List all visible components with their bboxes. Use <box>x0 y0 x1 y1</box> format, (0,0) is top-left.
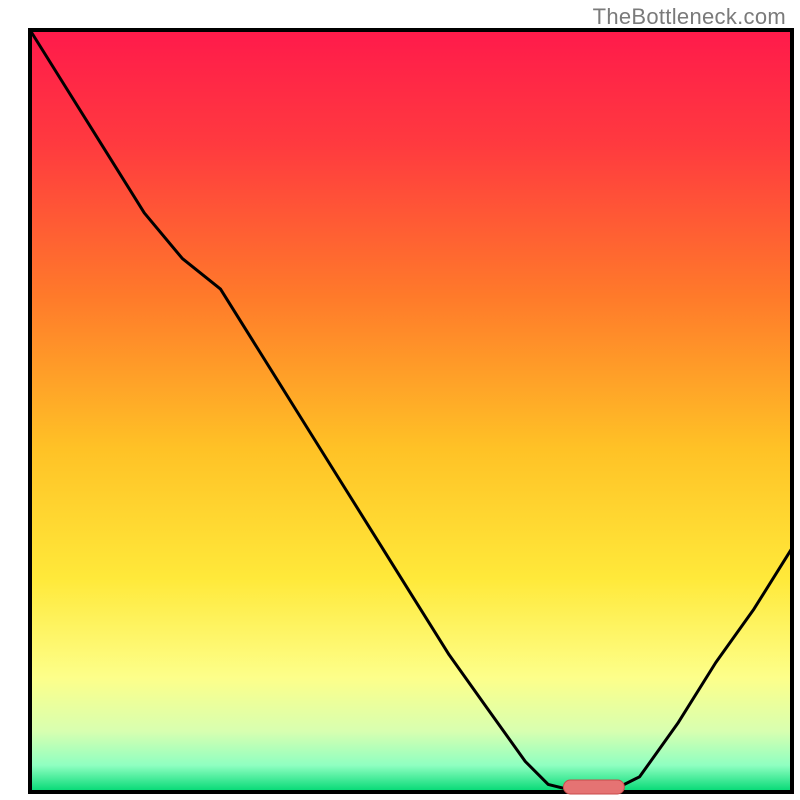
bottleneck-chart <box>0 0 800 800</box>
chart-container: TheBottleneck.com <box>0 0 800 800</box>
gradient-background <box>30 30 792 792</box>
optimal-range-marker <box>563 780 624 794</box>
watermark-text: TheBottleneck.com <box>593 4 786 30</box>
plot-area <box>30 30 792 794</box>
